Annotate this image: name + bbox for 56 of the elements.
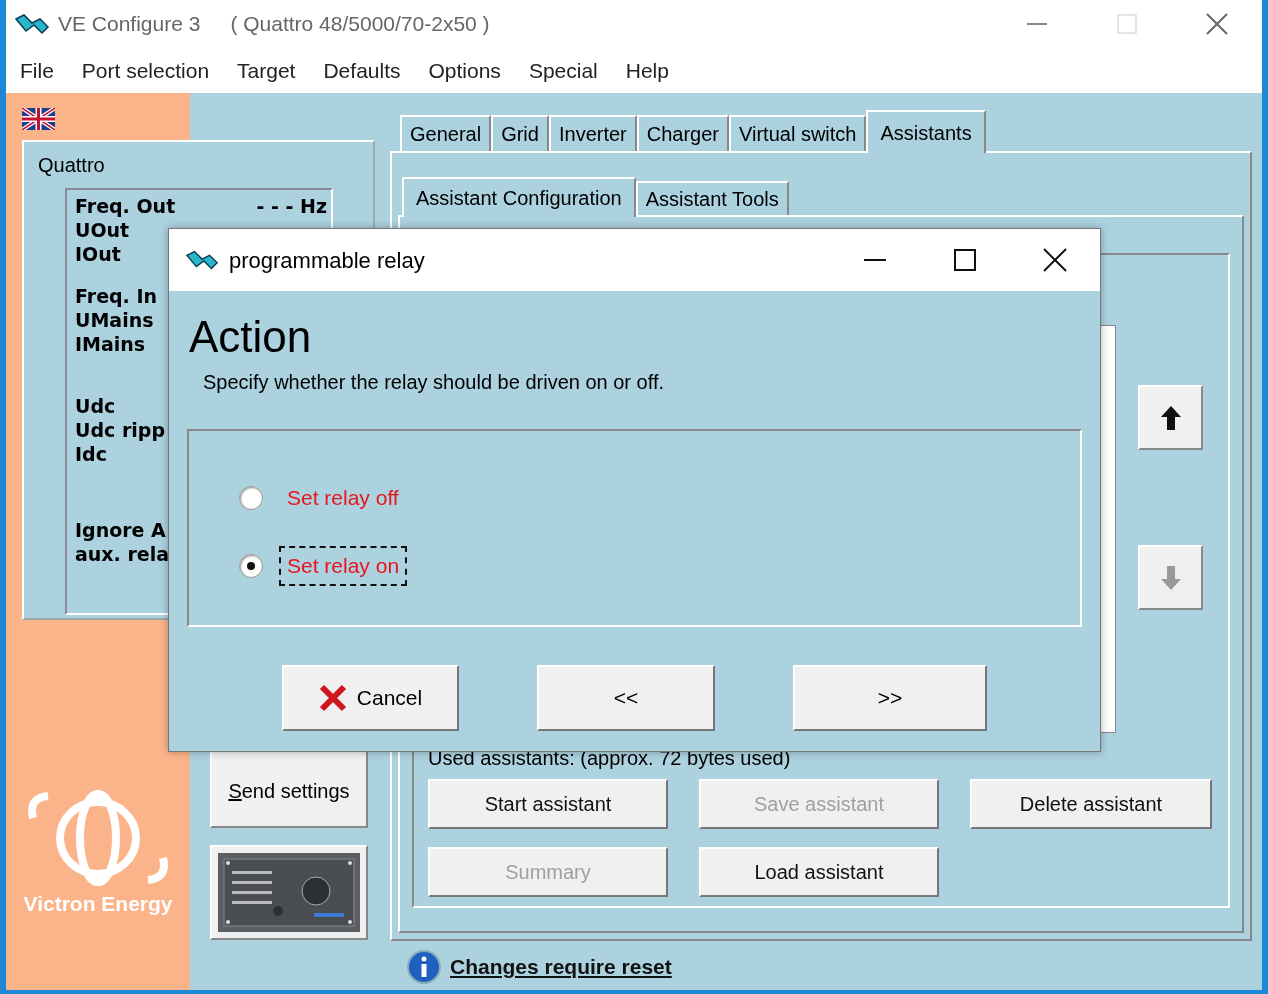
language-flag-icon[interactable]	[22, 108, 55, 130]
menu-item[interactable]: Port selection	[81, 54, 210, 87]
tab[interactable]: Assistant Tools	[635, 181, 789, 215]
menu-item[interactable]: Options	[428, 54, 501, 87]
down-arrow-icon	[1158, 563, 1183, 592]
radio-button[interactable]	[239, 486, 263, 510]
logo-text: Victron Energy	[23, 891, 173, 917]
reading-label: Udc	[75, 394, 116, 418]
changes-require-reset-link[interactable]: Changes require reset	[450, 951, 672, 983]
next-button[interactable]: >>	[793, 665, 987, 731]
dialog-title: programmable relay	[229, 246, 425, 275]
info-icon	[406, 949, 442, 985]
reading-label: Ignore A	[75, 518, 166, 542]
minimize-icon	[864, 259, 886, 261]
close-icon	[1206, 13, 1228, 35]
maximize-icon	[1117, 14, 1137, 34]
reading-label: aux. rela	[75, 542, 170, 566]
reading-label: UOut	[75, 218, 130, 242]
reading-label: IOut	[75, 242, 121, 266]
app-icon	[185, 249, 219, 271]
reading-label: Freq. In	[75, 284, 158, 308]
dialog-description: Specify whether the relay should be driven on or off.	[203, 370, 665, 395]
reading-label: IMains	[75, 332, 146, 356]
reading-value: - - - Hz	[256, 194, 327, 218]
back-button[interactable]: <<	[537, 665, 715, 731]
reading-label: Idc	[75, 442, 107, 466]
menu-item[interactable]: Special	[528, 54, 598, 87]
reading-label: Udc ripp	[75, 418, 165, 442]
cross-icon	[318, 684, 347, 712]
menu-item[interactable]: File	[20, 54, 54, 87]
tab[interactable]: Virtual switch	[729, 115, 867, 151]
radio-button[interactable]	[239, 554, 263, 578]
tab[interactable]: General	[400, 115, 492, 151]
tab[interactable]: Grid	[491, 115, 549, 151]
dialog-heading: Action	[189, 313, 313, 361]
window-subtitle: ( Quattro 48/5000/70-2x50 )	[230, 11, 490, 38]
minimize-icon	[1027, 23, 1047, 25]
tab[interactable]: Assistants	[866, 110, 986, 153]
assistant-button[interactable]: Load assistant	[699, 847, 939, 897]
close-icon	[1043, 248, 1067, 272]
maximize-icon	[954, 249, 976, 271]
reading-label: Freq. Out	[75, 194, 176, 218]
reading-label: UMains	[75, 308, 154, 332]
tab[interactable]: Inverter	[548, 115, 637, 151]
cancel-button[interactable]: Cancel	[282, 665, 459, 731]
move-up-button[interactable]	[1138, 385, 1203, 450]
menu-item[interactable]: Target	[237, 54, 296, 87]
tab[interactable]: Assistant Configuration	[402, 177, 636, 217]
app-icon	[14, 13, 50, 35]
assistant-button[interactable]: Delete assistant	[970, 779, 1212, 829]
tab[interactable]: Charger	[636, 115, 730, 151]
device-name: Quattro	[37, 153, 106, 178]
window-title: VE Configure 3	[58, 11, 201, 38]
assistant-button[interactable]: Start assistant	[428, 779, 668, 829]
menu-item[interactable]: Help	[625, 54, 669, 87]
menu-item[interactable]: Defaults	[323, 54, 401, 87]
